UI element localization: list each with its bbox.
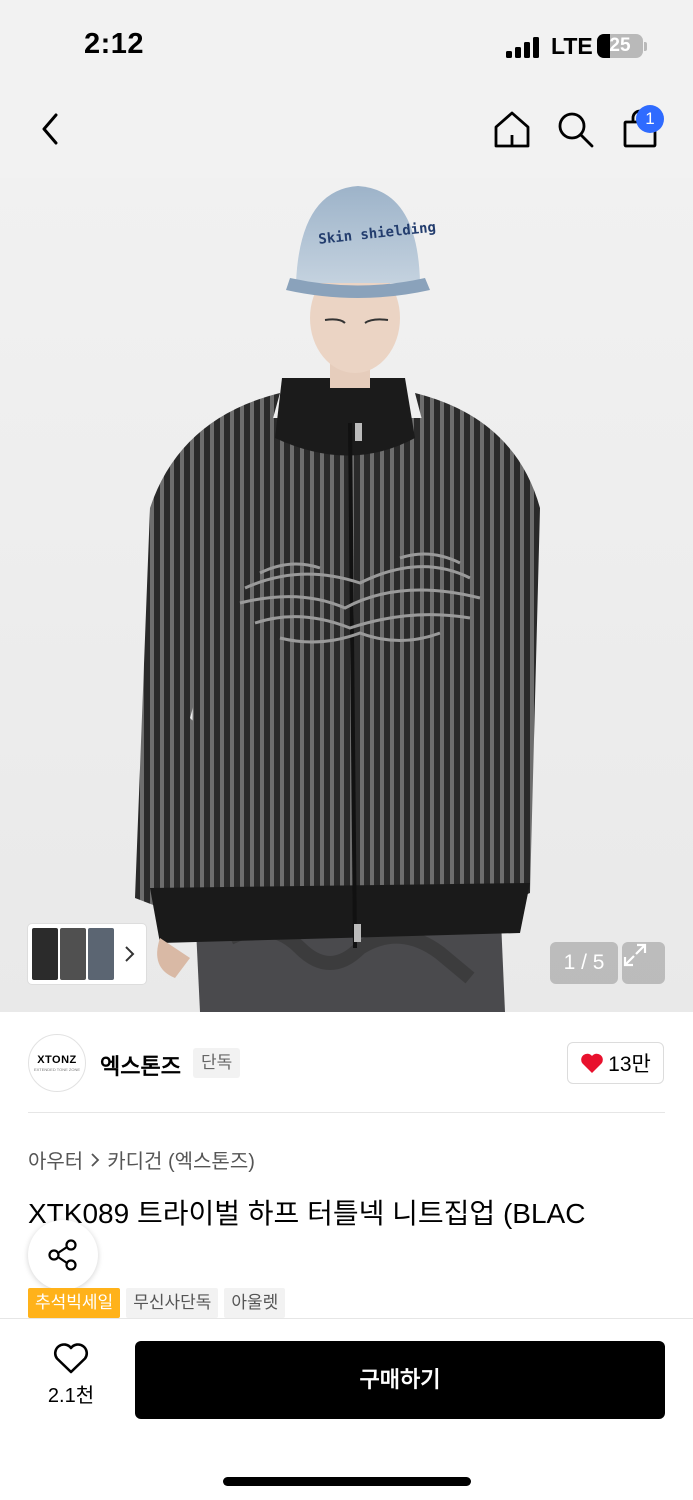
brand-name[interactable]: 엑스톤즈 xyxy=(100,1049,181,1081)
product-title: XTK089 트라이벌 하프 터틀넥 니트집업 (BLAC xyxy=(28,1198,586,1229)
product-photo: Skin shielding xyxy=(135,186,540,1012)
chevron-right-icon xyxy=(91,1152,100,1167)
chevron-left-icon xyxy=(42,113,58,145)
product-image[interactable]: Skin shielding 1 / 5 xyxy=(0,178,693,1012)
network-type: LTE xyxy=(551,33,593,59)
brand-like-button[interactable]: 13만 xyxy=(567,1042,664,1084)
thumbnail[interactable] xyxy=(88,928,114,980)
wishlist-button[interactable]: 2.1천 xyxy=(28,1343,114,1413)
brand-like-count: 13만 xyxy=(608,1053,651,1076)
exclusive-badge: 단독 xyxy=(193,1048,241,1078)
thumbnail[interactable] xyxy=(32,928,58,980)
expand-button[interactable] xyxy=(622,942,665,984)
battery-level: 25 xyxy=(609,35,631,56)
share-icon xyxy=(48,1239,77,1271)
cart-count-badge: 1 xyxy=(636,105,664,133)
wishlist-count: 2.1천 xyxy=(47,1385,95,1407)
status-time: 2:12 xyxy=(84,28,145,60)
status-bar: 2:12 LTE 25 xyxy=(0,0,693,90)
brand-row: XTONZ EXTENDED TONE ZONE 엑스톤즈 단독 13만 xyxy=(0,1012,693,1112)
chevron-right-icon[interactable] xyxy=(123,944,137,964)
heart-outline-icon xyxy=(54,1343,88,1374)
bottom-action-bar: 2.1천 구매하기 xyxy=(0,1318,693,1500)
brand-logo-subtext: EXTENDED TONE ZONE xyxy=(33,1067,81,1072)
breadcrumb-category[interactable]: 아우터 xyxy=(28,1145,83,1174)
share-button[interactable] xyxy=(28,1220,98,1290)
home-button[interactable] xyxy=(490,107,534,151)
breadcrumb: 아우터 카디건 (엑스톤즈) xyxy=(28,1145,255,1174)
search-icon xyxy=(558,112,594,148)
brand-logo-text: XTONZ xyxy=(37,1054,77,1066)
top-nav xyxy=(0,90,693,178)
outlet-tag: 아울렛 xyxy=(224,1288,286,1318)
sale-tag: 추석빅세일 xyxy=(28,1288,121,1318)
buy-button[interactable]: 구매하기 xyxy=(135,1341,665,1419)
heart-filled-icon xyxy=(581,1053,603,1073)
image-page-indicator: 1 / 5 xyxy=(550,942,618,984)
home-icon xyxy=(494,111,530,148)
brand-logo[interactable]: XTONZ EXTENDED TONE ZONE xyxy=(28,1034,86,1092)
exclusive-tag: 무신사단독 xyxy=(126,1288,219,1318)
thumbnail-strip[interactable] xyxy=(28,924,146,984)
battery-icon: 25 xyxy=(597,34,643,58)
expand-icon xyxy=(623,943,647,967)
divider xyxy=(28,1112,665,1113)
search-button[interactable] xyxy=(553,107,597,151)
product-tags: 추석빅세일 무신사단독 아울렛 xyxy=(28,1288,286,1318)
back-button[interactable] xyxy=(28,107,72,151)
breadcrumb-subcategory[interactable]: 카디건 (엑스톤즈) xyxy=(107,1145,255,1174)
thumbnail[interactable] xyxy=(60,928,86,980)
home-indicator xyxy=(223,1477,471,1486)
signal-icon xyxy=(506,36,542,58)
